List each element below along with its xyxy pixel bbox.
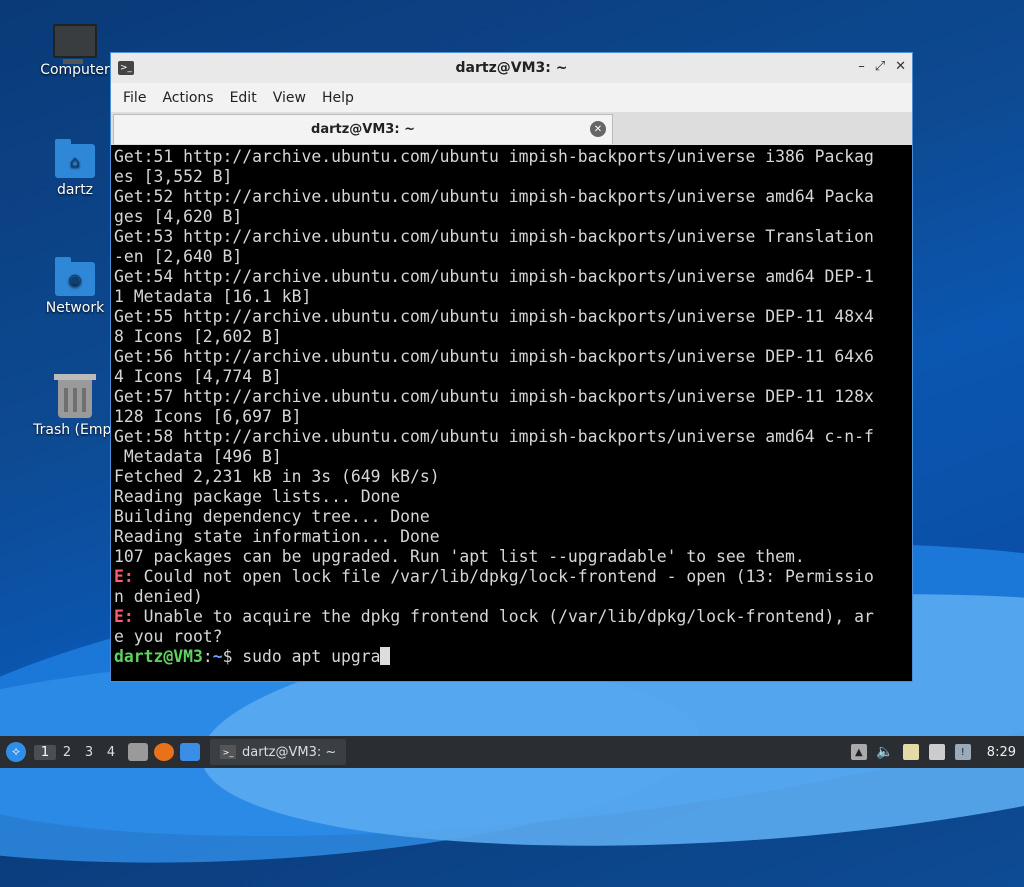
terminal-output[interactable]: Get:51 http://archive.ubuntu.com/ubuntu … [111,145,912,667]
window-titlebar[interactable]: >_ dartz@VM3: ~ – ⤢ ✕ [111,53,912,83]
system-tray: ▲ 🔈 ! 8:29 [850,736,1024,768]
trash-icon [54,374,96,418]
taskbar: ✧ 1 2 3 4 >_ dartz@VM3: ~ ▲ 🔈 ! 8:29 [0,736,1024,768]
error-prefix: E: [114,607,134,626]
terminal-line: Get:51 http://archive.ubuntu.com/ubuntu … [114,147,874,166]
terminal-line: 8 Icons [2,602 B] [114,327,282,346]
tab-bar: dartz@VM3: ~ ✕ [111,112,912,145]
notification-icon[interactable]: ! [954,744,971,760]
text-cursor [380,647,391,665]
home-folder-icon: ⌂ [55,139,95,178]
terminal-line: Get:54 http://archive.ubuntu.com/ubuntu … [114,267,874,286]
terminal-line: e you root? [114,627,223,646]
desktop-icon-computer[interactable]: Computer [30,24,120,78]
desktop-icon-label: dartz [56,182,94,198]
terminal-line: Get:56 http://archive.ubuntu.com/ubuntu … [114,347,874,366]
terminal-line: Get:53 http://archive.ubuntu.com/ubuntu … [114,227,874,246]
terminal-line: E: Unable to acquire the dpkg frontend l… [114,607,912,627]
task-label: dartz@VM3: ~ [242,744,337,760]
command-input[interactable]: sudo apt upgra [232,647,380,666]
workspace-4[interactable]: 4 [100,745,122,760]
clock[interactable]: 8:29 [987,745,1016,760]
terminal-line: -en [2,640 B] [114,247,243,266]
show-desktop-icon[interactable] [180,743,200,761]
terminal-line: Fetched 2,231 kB in 3s (649 kB/s) [114,467,440,486]
volume-icon[interactable]: 🔈 [876,744,893,760]
terminal-line: ges [4,620 B] [114,207,243,226]
terminal-line: Metadata [496 B] [114,447,282,466]
maximize-icon[interactable]: ⤢ [875,59,885,74]
prompt-user-host: dartz@VM3 [114,647,203,666]
firefox-icon[interactable] [154,743,174,761]
tab-close-icon[interactable]: ✕ [590,121,606,137]
prompt-separator: : [202,647,213,666]
start-menu-icon[interactable]: ✧ [6,742,26,762]
terminal-line: Get:58 http://archive.ubuntu.com/ubuntu … [114,427,874,446]
desktop-icon-network[interactable]: ◉ Network [30,257,120,316]
terminal-app-icon: >_ [220,745,236,759]
desktop-icon-trash[interactable]: Trash (Empt [30,374,120,438]
terminal-line: 1 Metadata [16.1 kB] [114,287,312,306]
prompt-line[interactable]: dartz@VM3:~$ sudo apt upgra [114,647,912,667]
terminal-line: Reading state information... Done [114,527,440,546]
taskbar-terminal-button[interactable]: >_ dartz@VM3: ~ [210,739,347,765]
prompt-path: ~ [212,647,223,666]
clipboard-icon[interactable] [902,744,919,760]
desktop-icon-label: Trash (Empt [33,422,117,438]
terminal-line: E: Could not open lock file /var/lib/dpk… [114,567,912,587]
minimize-icon[interactable]: – [858,59,865,74]
terminal-line: Get:55 http://archive.ubuntu.com/ubuntu … [114,307,874,326]
menu-edit[interactable]: Edit [222,90,265,106]
workspace-3[interactable]: 3 [78,745,100,760]
workspace-2[interactable]: 2 [56,745,78,760]
menu-help[interactable]: Help [314,90,362,106]
workspace-1[interactable]: 1 [34,744,56,760]
desktop-icon-home[interactable]: ⌂ dartz [30,139,120,198]
updates-icon[interactable]: ▲ [850,744,867,760]
menu-view[interactable]: View [265,90,314,106]
error-prefix: E: [114,567,134,586]
computer-icon [53,24,97,64]
terminal-line: es [3,552 B] [114,167,233,186]
desktop-icon-label: Network [45,300,105,316]
terminal-line: Get:57 http://archive.ubuntu.com/ubuntu … [114,387,874,406]
window-title: dartz@VM3: ~ [455,60,568,76]
prompt-symbol: $ [222,647,233,666]
terminal-line: Building dependency tree... Done [114,507,430,526]
desktop-icon-label: Computer [40,62,110,78]
network-folder-icon: ◉ [55,257,95,296]
error-text: Could not open lock file /var/lib/dpkg/l… [133,567,874,586]
terminal-line: Get:52 http://archive.ubuntu.com/ubuntu … [114,187,874,206]
tab-title: dartz@VM3: ~ [311,122,415,137]
menu-file[interactable]: File [115,90,154,106]
terminal-window[interactable]: >_ dartz@VM3: ~ – ⤢ ✕ File Actions Edit … [110,52,913,682]
terminal-line: 128 Icons [6,697 B] [114,407,302,426]
terminal-line: Reading package lists... Done [114,487,401,506]
network-icon[interactable] [928,744,945,760]
file-manager-icon[interactable] [128,743,148,761]
close-icon[interactable]: ✕ [895,59,906,74]
terminal-line: n denied) [114,587,203,606]
terminal-line: 107 packages can be upgraded. Run 'apt l… [114,547,805,566]
error-text: Unable to acquire the dpkg frontend lock… [133,607,874,626]
tab-terminal[interactable]: dartz@VM3: ~ ✕ [113,114,613,144]
terminal-line: 4 Icons [4,774 B] [114,367,282,386]
menu-actions[interactable]: Actions [154,90,221,106]
menubar: File Actions Edit View Help [111,83,912,112]
